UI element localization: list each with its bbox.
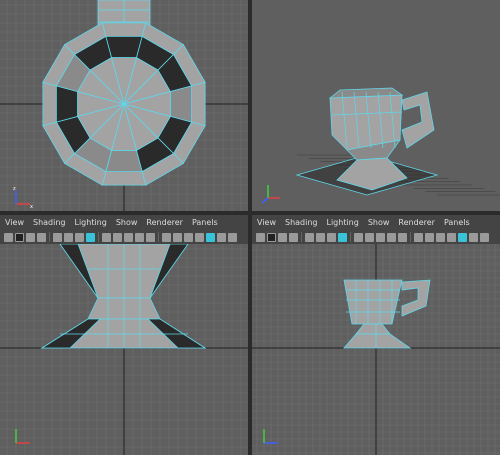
outer-rim-face [101, 22, 147, 37]
toolbar-separator [410, 232, 411, 242]
front-view-pane[interactable]: View Shading Lighting Show Renderer Pane… [0, 215, 248, 455]
side-view-pane[interactable]: View Shading Lighting Show Renderer Pane… [252, 215, 500, 455]
axis-indicator-icon [263, 429, 278, 444]
menu-panels[interactable]: Panels [444, 215, 470, 230]
bookmark-icon[interactable] [26, 232, 35, 242]
perspective-view-canvas[interactable] [252, 0, 500, 211]
bookmark-icon[interactable] [447, 232, 456, 242]
base-face [343, 333, 412, 349]
smooth-shade-icon[interactable] [327, 232, 336, 242]
front-view-canvas[interactable] [0, 244, 248, 455]
front-view-menubar: View Shading Lighting Show Renderer Pane… [0, 215, 248, 230]
light-icon[interactable] [102, 232, 111, 242]
outer-rim-face [191, 81, 206, 127]
camera-icon[interactable] [425, 232, 434, 242]
menu-show[interactable]: Show [116, 215, 138, 230]
smooth-shade-icon[interactable] [75, 232, 84, 242]
film-icon[interactable] [289, 232, 298, 242]
toolbar-separator [350, 232, 351, 242]
outer-rim-face [42, 81, 57, 127]
wireframe-icon[interactable] [316, 232, 325, 242]
camera-icon[interactable] [4, 232, 13, 242]
grid-icon[interactable] [469, 232, 478, 242]
toolbar-separator [49, 232, 50, 242]
handle-face [401, 279, 431, 317]
menu-lighting[interactable]: Lighting [74, 215, 106, 230]
resolution-gate-icon[interactable] [414, 232, 423, 242]
side-view-toolbar [252, 230, 500, 244]
menu-show[interactable]: Show [368, 215, 390, 230]
light-icon[interactable] [354, 232, 363, 242]
lock-icon[interactable] [267, 232, 276, 242]
bookmark-icon[interactable] [195, 232, 204, 242]
side-view-menubar: View Shading Lighting Show Renderer Pane… [252, 215, 500, 230]
menu-renderer[interactable]: Renderer [146, 215, 183, 230]
camera-icon[interactable] [256, 232, 265, 242]
axis-indicator-icon [15, 429, 30, 444]
frame-all-icon[interactable] [398, 232, 407, 242]
svg-text:x: x [30, 204, 33, 210]
textured-icon[interactable] [86, 232, 95, 242]
perspective-scene [295, 87, 500, 196]
cup-handle [401, 91, 435, 149]
wireframe-icon[interactable] [480, 232, 489, 242]
film-icon[interactable] [37, 232, 46, 242]
top-view-canvas[interactable] [0, 0, 248, 211]
inner-wall-face [55, 85, 79, 123]
bowl-face [343, 279, 403, 325]
shadow-icon[interactable] [365, 232, 374, 242]
svg-text:z: z [13, 186, 16, 192]
menu-lighting[interactable]: Lighting [326, 215, 358, 230]
resolution-gate-icon[interactable] [162, 232, 171, 242]
inner-wall-face [169, 85, 193, 123]
film-icon[interactable] [458, 232, 467, 242]
perspective-view-pane[interactable] [252, 0, 500, 211]
textured-icon[interactable] [338, 232, 347, 242]
grid [252, 244, 500, 455]
frame-all-icon[interactable] [146, 232, 155, 242]
axis-indicator-icon [261, 185, 280, 204]
stem-face [355, 323, 391, 335]
cup-front-mesh [40, 244, 207, 349]
isolate-icon[interactable] [135, 232, 144, 242]
front-view-toolbar [0, 230, 248, 244]
outer-rim-face [101, 171, 147, 186]
menu-view[interactable]: View [257, 215, 276, 230]
menu-renderer[interactable]: Renderer [398, 215, 435, 230]
menu-shading[interactable]: Shading [285, 215, 318, 230]
toolbar-separator [98, 232, 99, 242]
wireframe-icon[interactable] [64, 232, 73, 242]
lock-icon[interactable] [436, 232, 445, 242]
cup-side-mesh [343, 279, 431, 349]
inner-wall-face [105, 35, 143, 59]
top-view-pane[interactable]: x z [0, 0, 248, 211]
lock-icon[interactable] [15, 232, 24, 242]
side-view-canvas[interactable] [252, 244, 500, 455]
xray-icon[interactable] [376, 232, 385, 242]
toolbar-separator [158, 232, 159, 242]
menu-view[interactable]: View [5, 215, 24, 230]
film-icon[interactable] [206, 232, 215, 242]
cup-top-mesh [42, 0, 206, 186]
axis-indicator-icon: x z [13, 186, 33, 210]
camera-icon[interactable] [173, 232, 182, 242]
inner-wall-face [105, 149, 143, 173]
bookmark-icon[interactable] [278, 232, 287, 242]
menu-panels[interactable]: Panels [192, 215, 218, 230]
toolbar-separator [301, 232, 302, 242]
xray-icon[interactable] [124, 232, 133, 242]
isolate-icon[interactable] [387, 232, 396, 242]
menu-shading[interactable]: Shading [33, 215, 66, 230]
wireframe-icon[interactable] [228, 232, 237, 242]
grid-icon[interactable] [305, 232, 314, 242]
maya-viewport-layout: x z View Shading Lighting Show Renderer … [0, 0, 500, 455]
shadow-icon[interactable] [113, 232, 122, 242]
lock-icon[interactable] [184, 232, 193, 242]
grid-icon[interactable] [217, 232, 226, 242]
grid-icon[interactable] [53, 232, 62, 242]
